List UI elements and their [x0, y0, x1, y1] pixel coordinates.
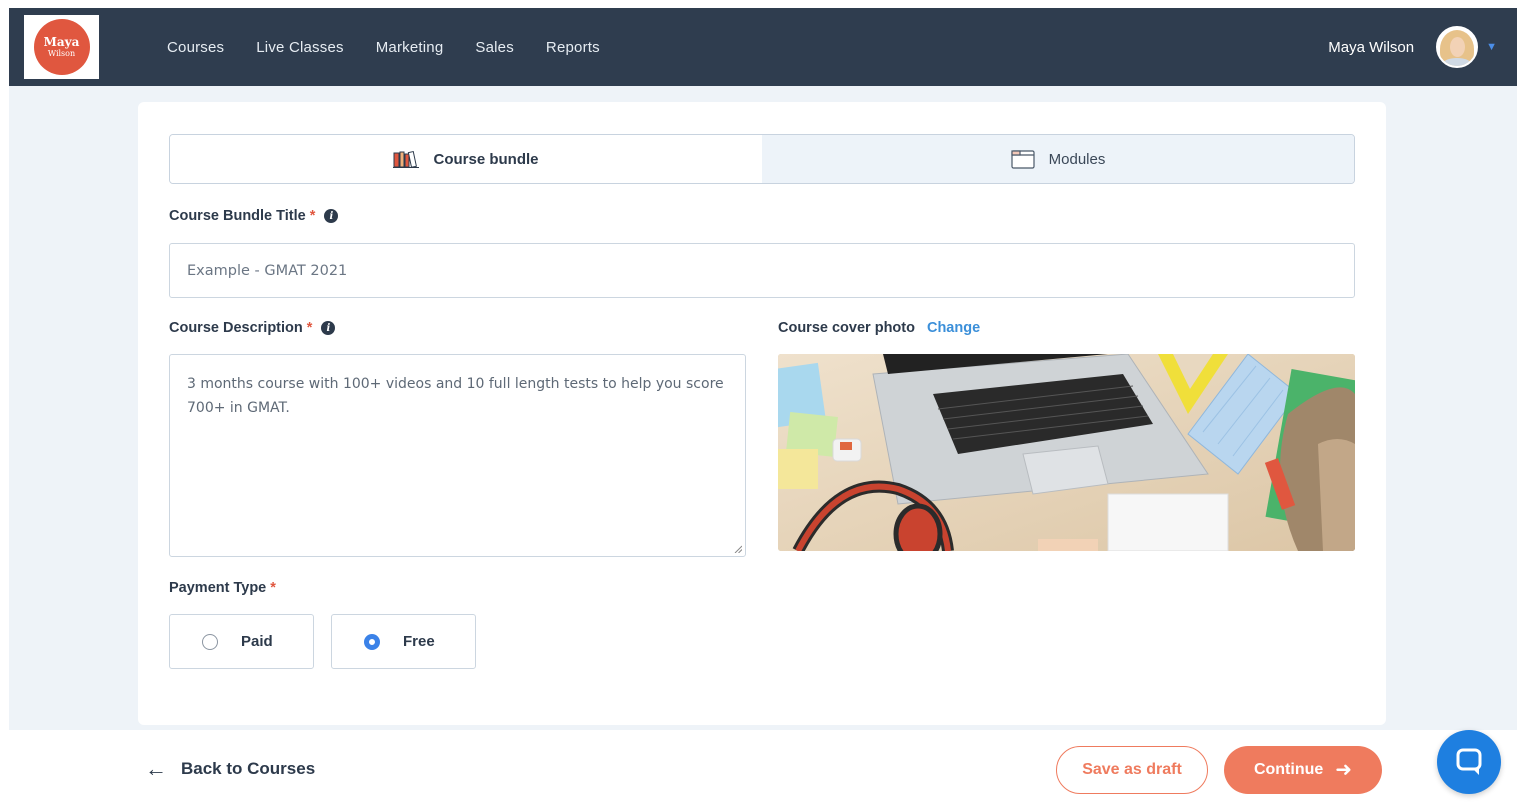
payment-option-paid[interactable]: Paid — [169, 614, 314, 669]
back-to-courses-label: Back to Courses — [181, 759, 316, 778]
nav-marketing[interactable]: Marketing — [376, 39, 444, 56]
course-description-textarea[interactable]: 3 months course with 100+ videos and 10 … — [169, 354, 746, 557]
description-label: Course Description * i — [169, 320, 336, 336]
required-mark: * — [270, 580, 276, 596]
tab-modules[interactable]: Modules — [762, 135, 1354, 183]
back-to-courses-link[interactable]: ← Back to Courses — [145, 758, 315, 780]
nav-reports[interactable]: Reports — [546, 39, 600, 56]
course-bundle-card: Course bundle Modules Course Bundle Titl… — [138, 102, 1386, 725]
info-icon[interactable]: i — [321, 321, 336, 335]
chat-bubble-icon — [1456, 748, 1482, 775]
change-cover-link[interactable]: Change — [927, 320, 980, 336]
logo-text-line1: Maya — [43, 35, 80, 49]
tab-modules-label: Modules — [1048, 150, 1106, 168]
arrow-left-icon: ← — [145, 756, 167, 781]
nav-sales[interactable]: Sales — [475, 39, 514, 56]
required-mark: * — [306, 320, 313, 336]
save-as-draft-button[interactable]: Save as draft — [1056, 746, 1208, 794]
cover-photo-image — [778, 354, 1355, 551]
title-label: Course Bundle Title * i — [169, 208, 339, 224]
resize-handle-icon[interactable] — [734, 545, 742, 553]
tab-bar: Course bundle Modules — [169, 134, 1355, 184]
continue-button-label: Continue — [1253, 761, 1324, 778]
course-title-placeholder: Example - GMAT 2021 — [187, 262, 348, 279]
folder-icon — [1011, 149, 1035, 169]
radio-paid[interactable] — [202, 633, 218, 650]
tab-course-bundle-label: Course bundle — [433, 150, 539, 168]
payment-option-free-label: Free — [403, 633, 435, 650]
books-icon — [393, 150, 420, 168]
cover-photo-label: Course cover photo Change — [778, 320, 980, 336]
payment-option-free[interactable]: Free — [331, 614, 476, 669]
logo[interactable]: Maya Wilson — [24, 15, 99, 79]
description-label-text: Course Description — [169, 320, 303, 336]
app-frame: Maya Wilson Courses Live Classes Marketi… — [9, 8, 1517, 804]
info-icon[interactable]: i — [324, 209, 339, 223]
cover-photo-label-text: Course cover photo — [778, 320, 915, 336]
top-navbar: Maya Wilson Courses Live Classes Marketi… — [9, 8, 1517, 86]
payment-type-label: Payment Type * — [169, 580, 276, 596]
cover-photo — [778, 354, 1355, 551]
chat-support-button[interactable] — [1437, 730, 1501, 794]
logo-badge: Maya Wilson — [33, 19, 90, 75]
tab-course-bundle[interactable]: Course bundle — [170, 135, 762, 183]
user-menu[interactable]: Maya Wilson ▼ — [1328, 8, 1497, 86]
footer-bar: ← Back to Courses Save as draft Continue… — [9, 730, 1517, 804]
logo-text-line2: Wilson — [47, 49, 76, 58]
radio-free[interactable] — [364, 633, 380, 650]
nav-live-classes[interactable]: Live Classes — [256, 39, 343, 56]
chevron-down-icon[interactable]: ▼ — [1486, 41, 1497, 53]
arrow-right-icon: ➜ — [1335, 759, 1353, 781]
required-mark: * — [309, 208, 316, 224]
payment-type-label-text: Payment Type — [169, 580, 267, 596]
payment-option-paid-label: Paid — [241, 633, 273, 650]
user-name: Maya Wilson — [1328, 38, 1415, 56]
continue-button[interactable]: Continue ➜ — [1224, 746, 1382, 794]
title-label-text: Course Bundle Title — [169, 208, 306, 224]
course-title-input[interactable]: Example - GMAT 2021 — [169, 243, 1355, 298]
nav-courses[interactable]: Courses — [167, 39, 224, 56]
avatar[interactable] — [1436, 26, 1479, 68]
main-nav: Courses Live Classes Marketing Sales Rep… — [167, 8, 632, 86]
course-description-value: 3 months course with 100+ videos and 10 … — [187, 376, 724, 416]
